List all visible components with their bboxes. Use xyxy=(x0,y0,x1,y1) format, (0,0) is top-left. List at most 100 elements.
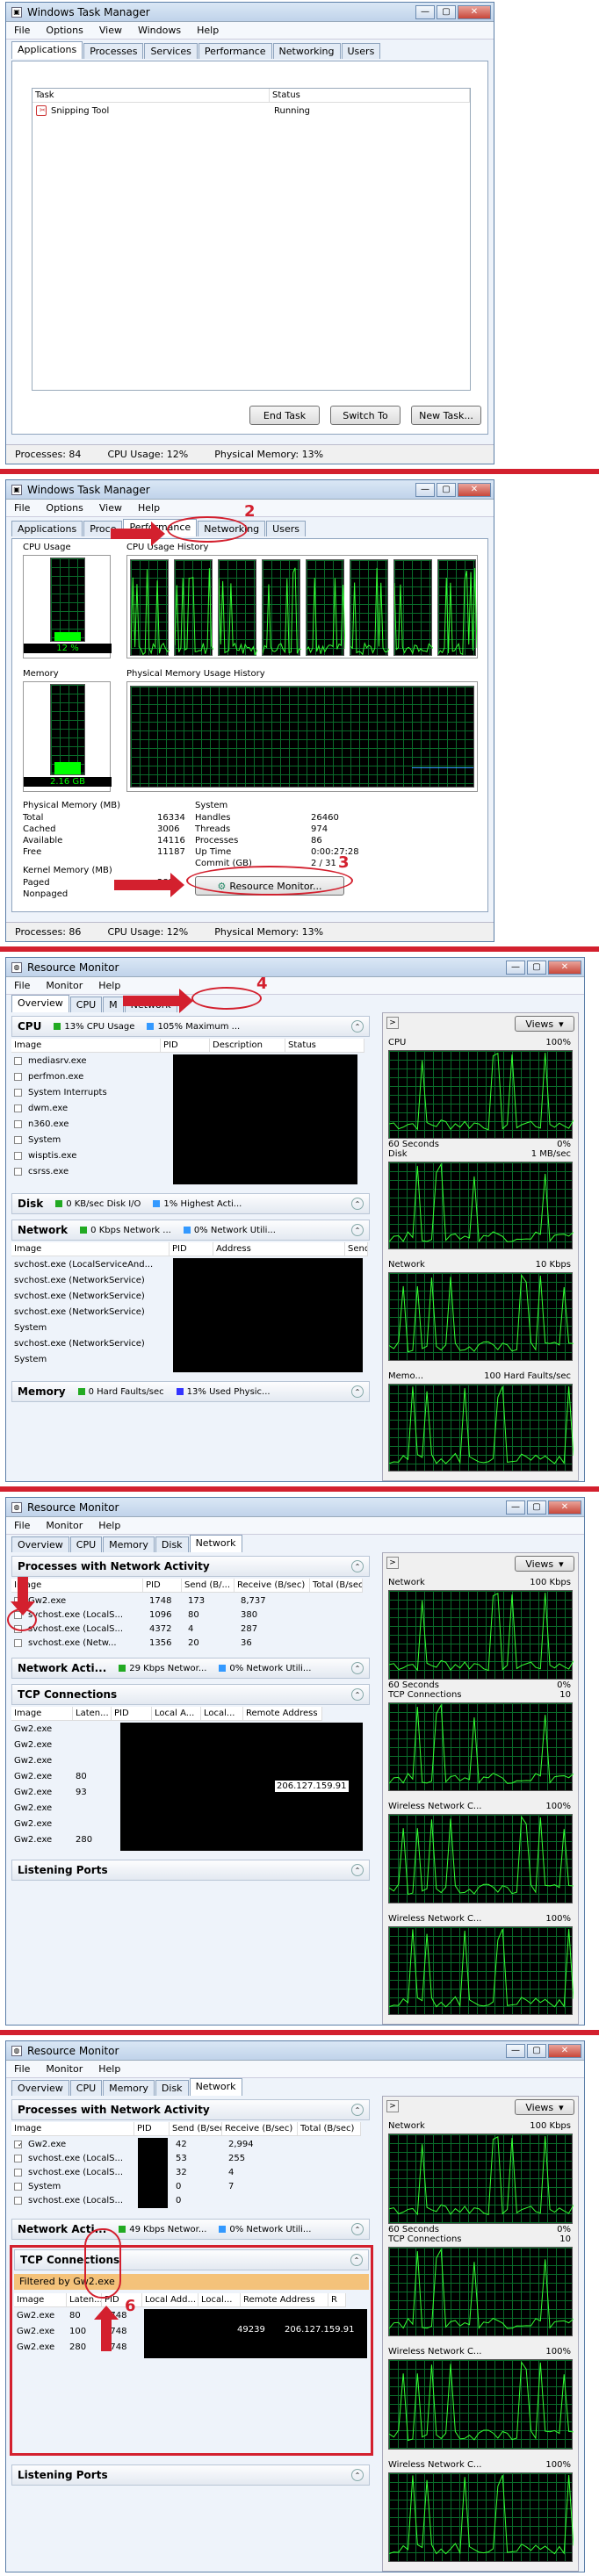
table-row[interactable]: System xyxy=(11,1321,170,1334)
tab-memory[interactable]: Memory xyxy=(103,2080,155,2096)
expand-chevron-icon[interactable]: ⌃ xyxy=(351,2223,364,2235)
column-header[interactable]: Local... xyxy=(201,1706,243,1721)
maximize-button[interactable]: ▢ xyxy=(437,482,456,497)
column-header[interactable]: PID xyxy=(112,1706,152,1721)
column-header[interactable]: PID xyxy=(170,1241,213,1256)
minimize-button[interactable]: — xyxy=(415,4,435,19)
table-row[interactable]: System xyxy=(11,1353,170,1365)
table-row[interactable]: Gw2.exe xyxy=(11,1754,112,1767)
table-row[interactable]: svchost.exe (LocalServiceAnd... xyxy=(11,1258,170,1270)
tab-disk[interactable]: Disk xyxy=(155,1536,189,1552)
menu-item-file[interactable]: File xyxy=(6,25,38,36)
tab-overview[interactable]: Overview xyxy=(11,1536,69,1552)
maximize-button[interactable]: ▢ xyxy=(527,960,546,975)
memory-section[interactable]: Memory 0 Hard Faults/sec 13% Used Physic..… xyxy=(11,1381,370,1402)
close-button[interactable]: ✕ xyxy=(548,960,581,975)
processes-network-section[interactable]: Processes with Network Activity ⌃ xyxy=(11,2099,370,2120)
cpu-section[interactable]: CPU 13% CPU Usage 105% Maximum ... ⌃ xyxy=(11,1016,370,1037)
row-checkbox[interactable] xyxy=(14,1119,22,1128)
column-header[interactable]: Laten... xyxy=(73,1706,112,1721)
table-row[interactable]: svchost.exe (NetworkService) xyxy=(11,1306,170,1318)
listening-ports-section[interactable]: Listening Ports ⌃ xyxy=(11,1860,370,1881)
network-activity-section[interactable]: Network Acti... 49 Kbps Networ... 0% Netwo… xyxy=(11,2219,370,2240)
tab-cpu[interactable]: CPU xyxy=(69,1536,103,1552)
table-row[interactable]: mediasrv.exe xyxy=(11,1054,166,1067)
table-row[interactable]: Gw2.exe xyxy=(11,1817,112,1830)
table-row[interactable]: svchost.exe (NetworkService) xyxy=(11,1274,170,1286)
column-header[interactable]: Local Add... xyxy=(142,2292,198,2307)
column-header[interactable]: Remote Address xyxy=(243,1706,322,1721)
row-checkbox[interactable] xyxy=(14,1638,22,1647)
menu-item-file[interactable]: File xyxy=(6,502,38,514)
tab-overview[interactable]: Overview xyxy=(11,995,69,1012)
menu-item-view[interactable]: View xyxy=(91,25,130,36)
table-row[interactable]: Gw2.exe801748 xyxy=(14,2309,137,2321)
tab-networking[interactable]: Networking xyxy=(272,43,341,59)
row-checkbox[interactable] xyxy=(14,2196,22,2205)
menu-item-windows[interactable]: Windows xyxy=(130,25,189,36)
table-row[interactable]: Gw2.exe 280 xyxy=(11,1833,112,1846)
column-header[interactable]: Send (B/sec) xyxy=(170,2121,222,2136)
table-row[interactable]: svchost.exe (LocalS... 4372 4 287 xyxy=(11,1623,357,1635)
maximize-button[interactable]: ▢ xyxy=(437,4,456,19)
table-row[interactable]: svchost.exe (LocalS... 0 xyxy=(11,2194,354,2206)
column-header[interactable]: PID xyxy=(161,1038,210,1053)
menu-item-help[interactable]: Help xyxy=(90,1520,128,1531)
expand-chevron-icon[interactable]: ⌃ xyxy=(350,2254,363,2266)
column-header-status[interactable]: Status xyxy=(270,88,470,103)
tab-users[interactable]: Users xyxy=(266,521,306,536)
column-header[interactable]: Remote Address xyxy=(241,2292,328,2307)
table-row[interactable]: svchost.exe (LocalS... 32 4 xyxy=(11,2166,354,2178)
tab-memory[interactable]: Memory xyxy=(103,1536,155,1552)
close-button[interactable]: ✕ xyxy=(458,482,491,497)
close-button[interactable]: ✕ xyxy=(548,1500,581,1515)
column-header[interactable]: Local A... xyxy=(152,1706,201,1721)
menu-item-file[interactable]: File xyxy=(6,2063,38,2075)
table-row[interactable]: svchost.exe (Netw... 1356 20 36 xyxy=(11,1637,357,1649)
expand-chevron-icon[interactable]: ⌃ xyxy=(351,2104,364,2116)
expand-chevron-icon[interactable]: ⌃ xyxy=(351,1688,364,1701)
tab-m[interactable]: M xyxy=(103,997,124,1012)
tab-network[interactable]: Network xyxy=(189,2078,242,2096)
task-row[interactable]: ✂ Snipping Tool Running xyxy=(36,104,466,117)
tab-network[interactable]: Network xyxy=(189,1535,242,1552)
collapse-panel-icon[interactable]: > xyxy=(386,1017,399,1029)
table-row[interactable]: Gw2.exe 93 xyxy=(11,1786,112,1798)
table-row[interactable]: Gw2.exe 280 1748 xyxy=(14,2341,137,2353)
tab-processes[interactable]: Processes xyxy=(83,43,144,59)
expand-chevron-icon[interactable]: ⌃ xyxy=(351,1560,364,1572)
minimize-button[interactable]: — xyxy=(415,482,435,497)
row-checkbox[interactable] xyxy=(14,1135,22,1144)
menu-item-options[interactable]: Options xyxy=(38,25,90,36)
expand-chevron-icon[interactable]: ⌃ xyxy=(351,1198,364,1210)
row-checkbox[interactable] xyxy=(14,1104,22,1112)
maximize-button[interactable]: ▢ xyxy=(527,1500,546,1515)
close-button[interactable]: ✕ xyxy=(458,4,491,19)
menu-item-file[interactable]: File xyxy=(6,1520,38,1531)
network-activity-section[interactable]: Network Acti... 29 Kbps Networ... 0% Netwo… xyxy=(11,1658,370,1679)
row-checkbox[interactable] xyxy=(14,1167,22,1176)
table-row[interactable]: System xyxy=(11,1133,166,1146)
column-header[interactable]: Image xyxy=(14,2292,67,2307)
menu-item-help[interactable]: Help xyxy=(90,2063,128,2075)
column-header[interactable]: Total (B/sec) xyxy=(310,1578,363,1593)
expand-chevron-icon[interactable]: ⌃ xyxy=(351,1864,364,1876)
tab-overview[interactable]: Overview xyxy=(11,2080,69,2096)
switch-to-button[interactable]: Switch To xyxy=(330,406,401,425)
table-row[interactable]: Gw2.exe 80 xyxy=(11,1770,112,1782)
table-row[interactable]: Gw2.exe 1748 173 8,737 xyxy=(11,1594,357,1607)
close-button[interactable]: ✕ xyxy=(548,2043,581,2058)
table-row[interactable]: svchost.exe (NetworkService) xyxy=(11,1290,170,1302)
collapse-panel-icon[interactable]: > xyxy=(386,1557,399,1569)
table-row[interactable]: Gw2.exe 42 2,994 xyxy=(11,2138,354,2150)
column-header[interactable]: Image xyxy=(11,1578,143,1593)
network-section[interactable]: Network 0 Kbps Network ... 0% Network Util… xyxy=(11,1220,370,1241)
expand-chevron-icon[interactable]: ⌃ xyxy=(351,1224,364,1236)
column-header[interactable]: Local... xyxy=(198,2292,241,2307)
column-header[interactable]: Total (B/sec) xyxy=(298,2121,361,2136)
column-header[interactable]: Receive (B/sec) xyxy=(222,2121,298,2136)
column-header[interactable]: Image xyxy=(11,1706,73,1721)
table-row[interactable]: Gw2.exe 100 1748 xyxy=(14,2325,137,2337)
table-row[interactable]: svchost.exe (NetworkService) xyxy=(11,1337,170,1349)
end-task-button[interactable]: End Task xyxy=(249,406,320,425)
